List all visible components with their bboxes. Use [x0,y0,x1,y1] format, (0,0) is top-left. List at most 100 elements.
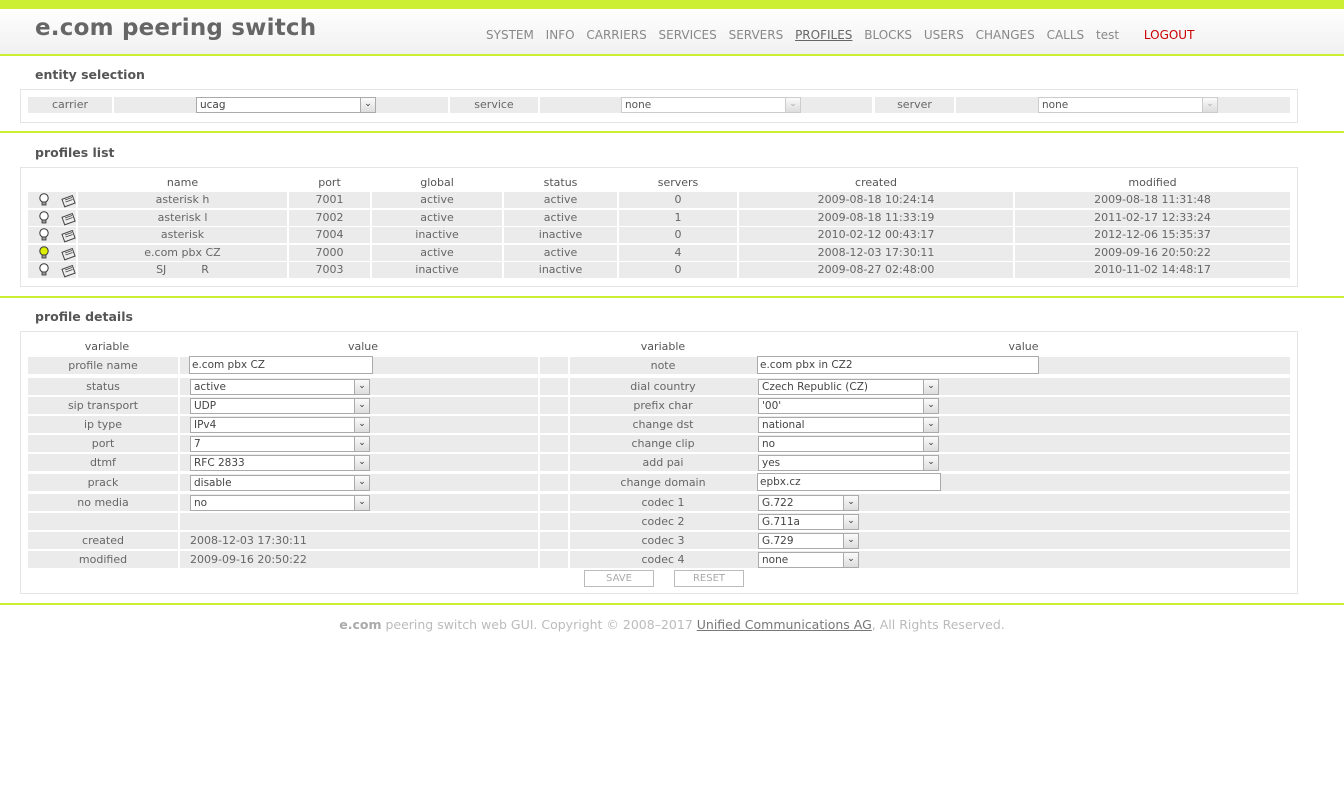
no-media-select[interactable]: no ⌄ [190,495,370,511]
edit-icon[interactable] [61,192,77,208]
prefix-char-select-value: '00' [762,400,782,412]
carrier-select[interactable]: ucag ⌄ [196,97,376,113]
nav-users[interactable]: USERS [924,28,964,42]
modified-label: modified [28,551,178,568]
nav-servers[interactable]: SERVERS [729,28,784,42]
server-select[interactable]: none ⌄ [1038,97,1218,113]
codec-1-select[interactable]: G.722 ⌄ [758,495,859,511]
ip-type-select[interactable]: IPv4 ⌄ [190,417,370,433]
chevron-down-icon: ⌄ [843,534,858,548]
codec-2-select[interactable]: G.711a ⌄ [758,514,859,530]
logout-link[interactable]: LOGOUT [1144,28,1195,42]
chevron-down-icon: ⌄ [923,418,938,432]
chevron-down-icon: ⌄ [923,456,938,470]
lightbulb-on-icon[interactable] [36,245,52,261]
entity-selection-title: entity selection [35,67,145,82]
footer-suffix: , All Rights Reserved. [871,617,1005,632]
lightbulb-icon[interactable] [36,262,52,278]
created-value: 2008-12-03 17:30:11 [190,534,307,547]
sip-transport-label: sip transport [28,397,178,414]
sip-transport-select[interactable]: UDP ⌄ [190,398,370,414]
nav-test[interactable]: test [1096,28,1119,42]
nav-changes[interactable]: CHANGES [976,28,1035,42]
chevron-down-icon: ⌄ [843,553,858,567]
chevron-down-icon: ⌄ [354,399,369,413]
table-cell-name[interactable]: e.com pbx CZ [78,244,287,261]
modified-value: 2009-09-16 20:50:22 [190,553,307,566]
nav-blocks[interactable]: BLOCKS [864,28,912,42]
edit-icon[interactable] [61,262,77,278]
dtmf-select[interactable]: RFC 2833 ⌄ [190,455,370,471]
nav-carriers[interactable]: CARRIERS [586,28,646,42]
prefix-char-select[interactable]: '00' ⌄ [758,398,939,414]
codec-1-label: codec 1 [570,494,756,511]
note-input[interactable]: e.com pbx in CZ2 [757,356,1039,374]
chevron-down-icon: ⌄ [354,418,369,432]
spacer-cell [540,474,568,491]
table-cell-port: 7004 [289,227,370,243]
chevron-down-icon: ⌄ [923,399,938,413]
table-cell-name[interactable]: asterisk h [78,192,287,208]
table-cell-servers: 0 [619,227,737,243]
save-button[interactable]: SAVE [584,570,654,587]
edit-icon[interactable] [61,210,77,226]
codec-2-label: codec 2 [570,513,756,530]
change-dst-select[interactable]: national ⌄ [758,417,939,433]
lightbulb-icon[interactable] [36,210,52,226]
spacer-cell [540,357,568,374]
change-dst-select-value: national [762,419,805,431]
col-header-variable-right: variable [640,340,686,353]
service-select[interactable]: none ⌄ [621,97,801,113]
reset-button[interactable]: RESET [674,570,744,587]
codec-2-select-value: G.711a [762,516,800,528]
lightbulb-icon[interactable] [36,227,52,243]
change-domain-input[interactable]: epbx.cz [757,473,941,491]
nav-info[interactable]: INFO [546,28,575,42]
codec-4-select[interactable]: none ⌄ [758,552,859,568]
nav-profiles[interactable]: PROFILES [795,28,852,42]
add-pai-select[interactable]: yes ⌄ [758,455,939,471]
table-cell-global: inactive [372,227,502,243]
table-cell-name[interactable]: asterisk [78,227,287,243]
nav-services[interactable]: SERVICES [659,28,717,42]
port-select[interactable]: 7 ⌄ [190,436,370,452]
profile-name-label: profile name [28,357,178,374]
footer: e.com peering switch web GUI. Copyright … [0,617,1344,632]
codec-3-select[interactable]: G.729 ⌄ [758,533,859,549]
table-cell-name[interactable]: asterisk l [78,209,287,226]
edit-icon[interactable] [61,227,77,243]
left-empty-8-label [28,513,178,530]
dial-country-label: dial country [570,378,756,395]
codec-3-label: codec 3 [570,532,756,549]
change-clip-select[interactable]: no ⌄ [758,436,939,452]
table-cell-global: active [372,244,502,261]
section-divider [0,296,1344,298]
top-accent-band [0,0,1344,9]
edit-icon[interactable] [61,245,77,261]
prefix-char-label: prefix char [570,397,756,414]
prack-label: prack [28,474,178,491]
change-dst-label: change dst [570,416,756,433]
table-cell-created: 2009-08-27 02:48:00 [739,262,1013,278]
lightbulb-icon[interactable] [36,192,52,208]
table-cell-modified: 2012-12-06 15:35:37 [1015,227,1290,243]
chevron-down-icon: ⌄ [923,437,938,451]
footer-company-link[interactable]: Unified Communications AG [697,617,872,632]
table-cell-servers: 1 [619,209,737,226]
spacer-cell [540,397,568,414]
status-select[interactable]: active ⌄ [190,379,370,395]
profile-name-input[interactable]: e.com pbx CZ [189,356,373,374]
col-header-name: name [166,176,199,189]
change-clip-label: change clip [570,435,756,452]
col-header-status: status [543,176,578,189]
table-cell-created: 2009-08-18 10:24:14 [739,192,1013,208]
table-cell-name[interactable]: SJ R [78,262,287,278]
dial-country-select[interactable]: Czech Republic (CZ) ⌄ [758,379,939,395]
change-clip-select-value: no [762,438,776,450]
sip-transport-select-value: UDP [194,400,217,412]
prack-select[interactable]: disable ⌄ [190,475,370,491]
nav-system[interactable]: SYSTEM [486,28,534,42]
table-cell-port: 7003 [289,262,370,278]
nav-calls[interactable]: CALLS [1047,28,1085,42]
server-label: server [875,97,954,113]
